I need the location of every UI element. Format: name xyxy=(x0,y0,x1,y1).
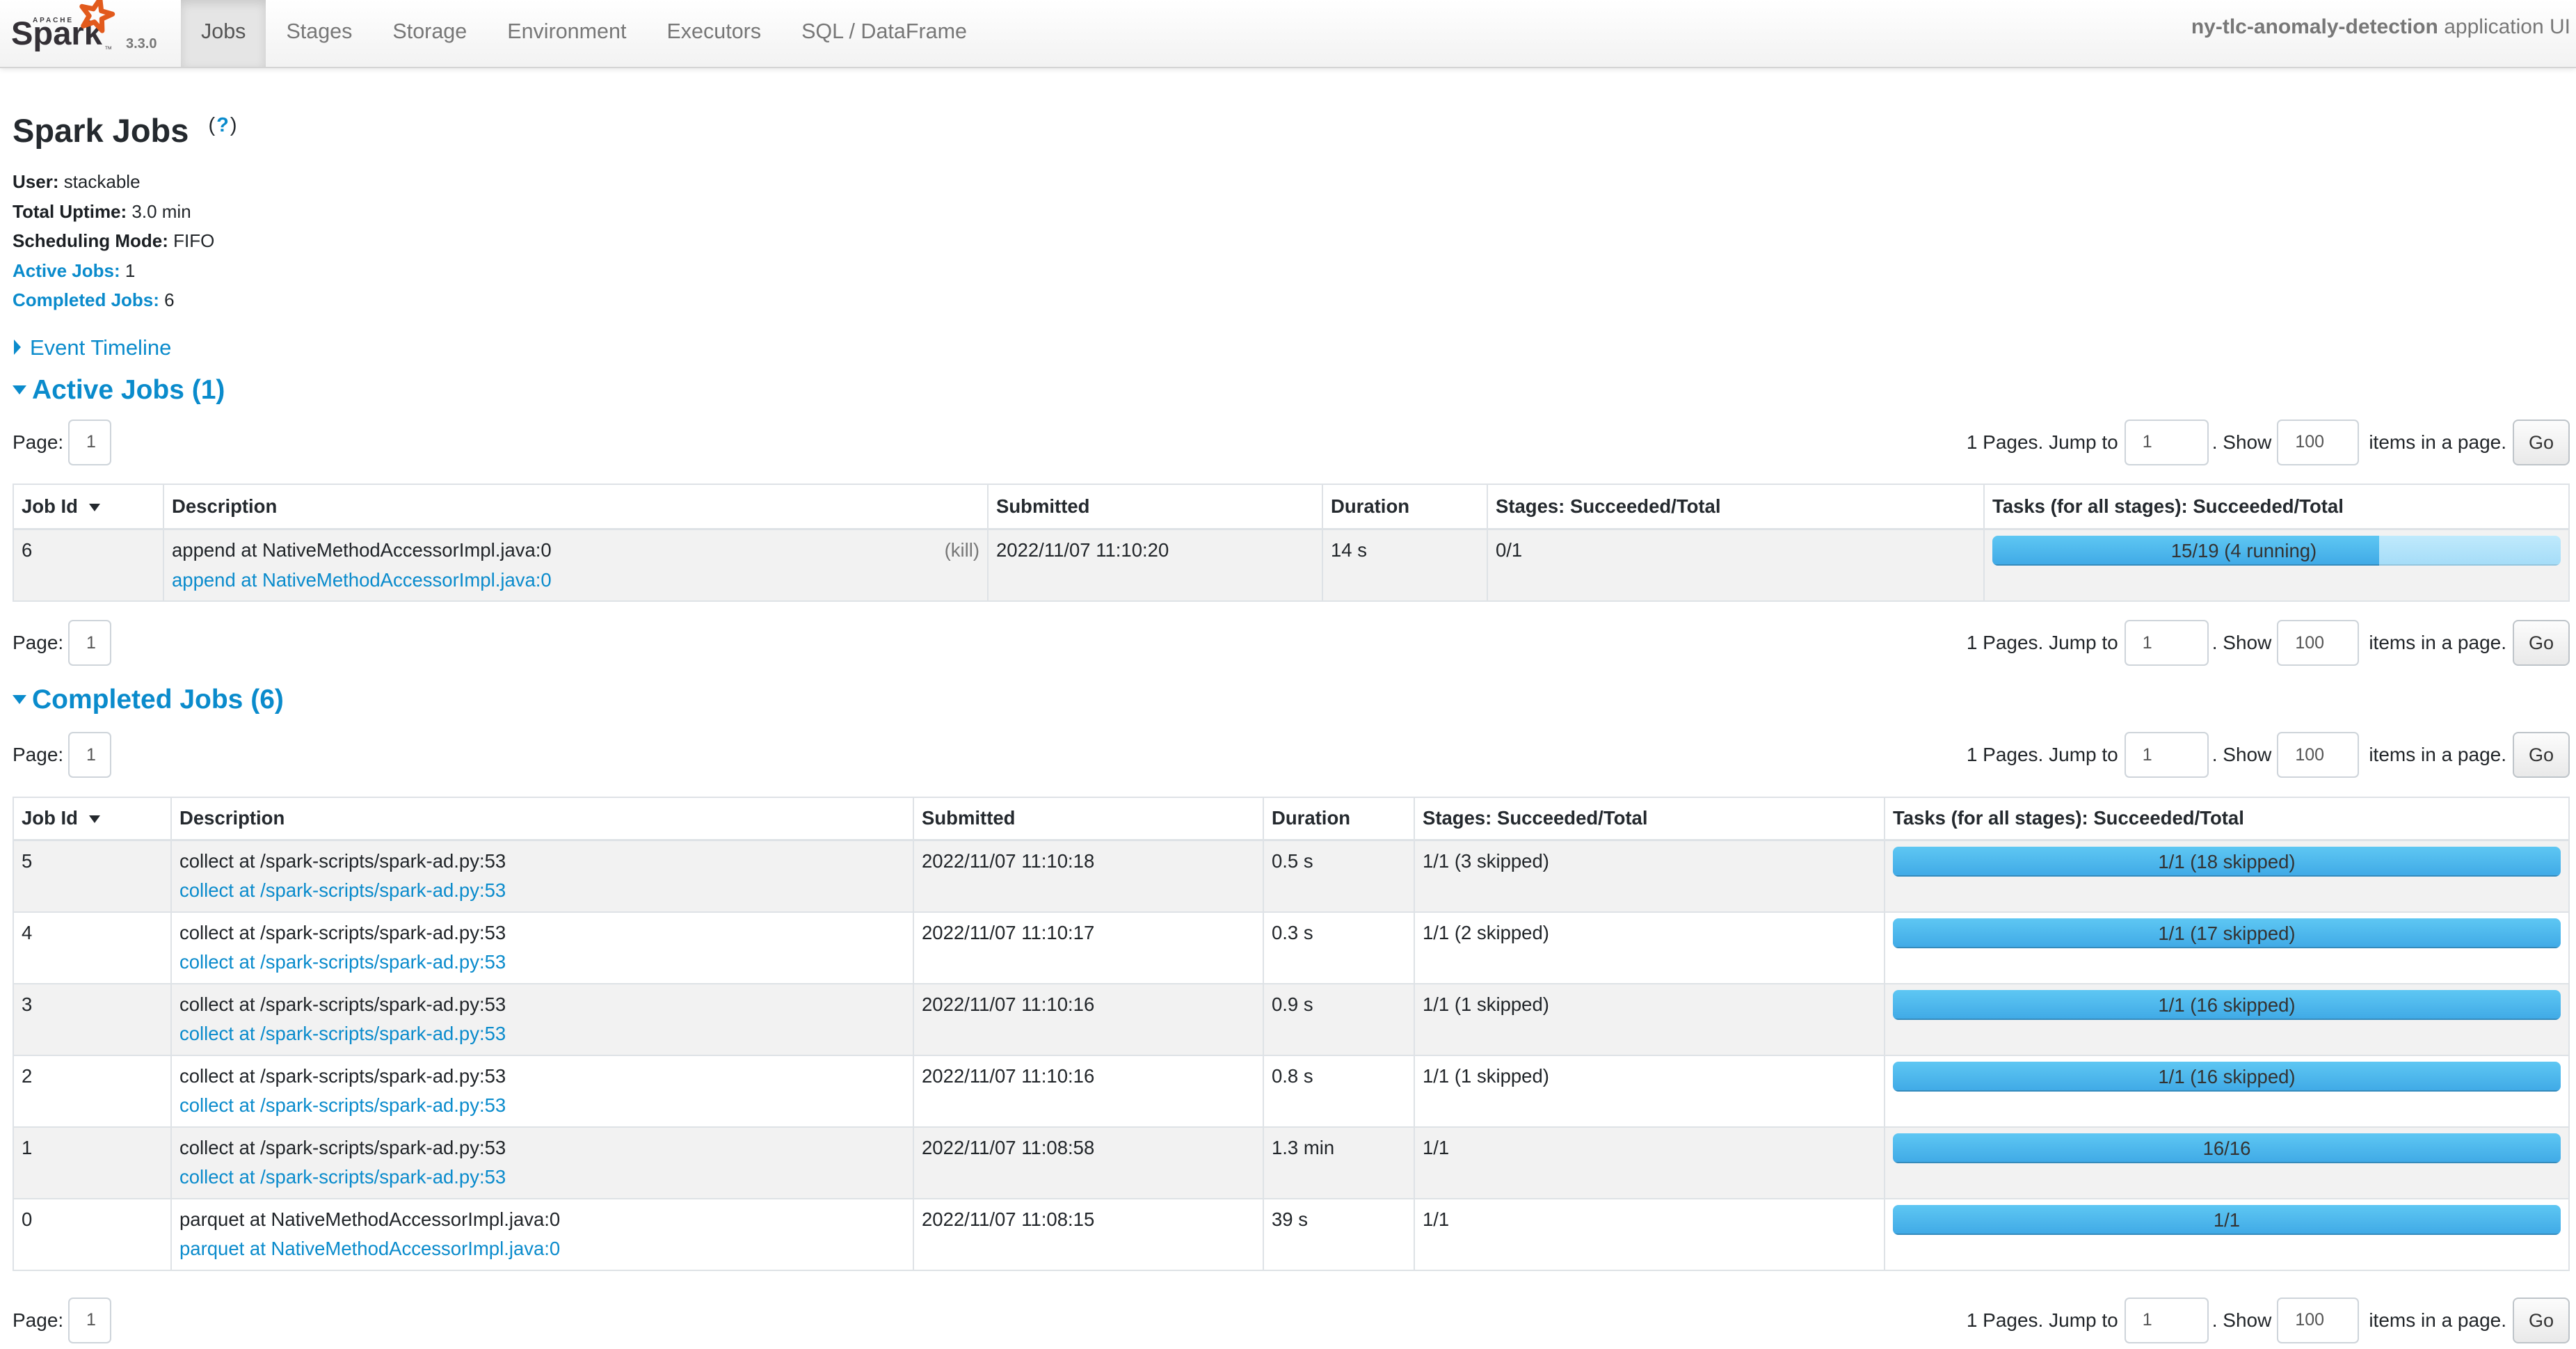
svg-text:TM: TM xyxy=(105,46,111,51)
